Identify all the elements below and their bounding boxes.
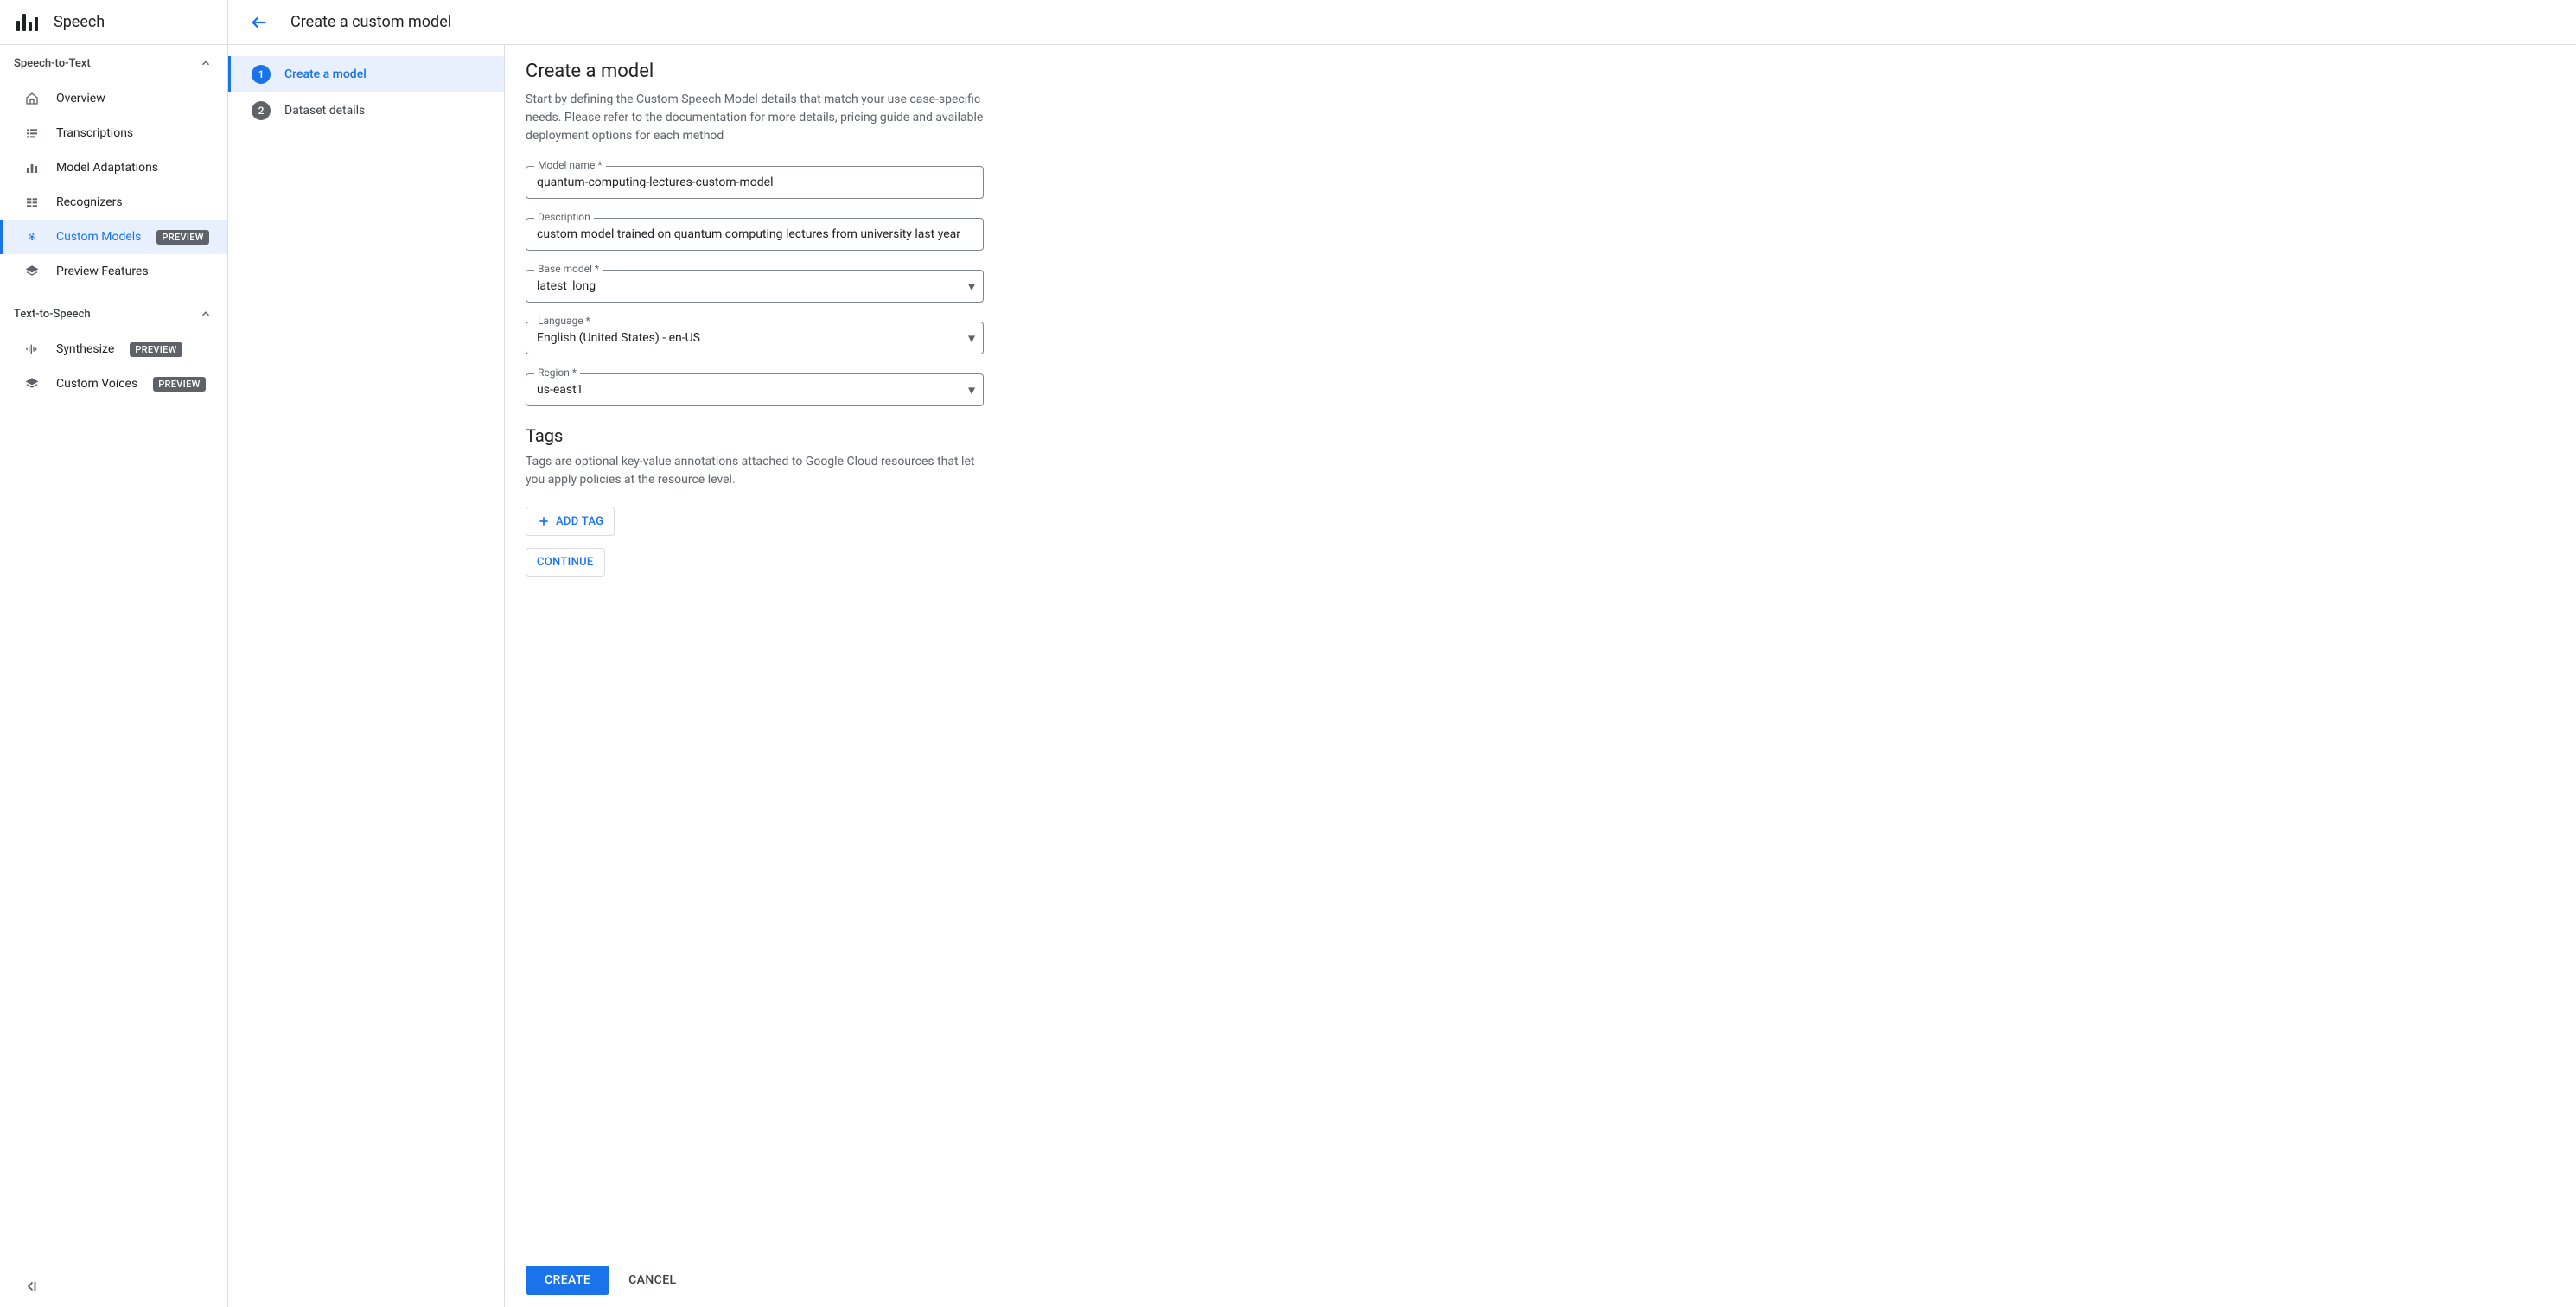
plus-icon (537, 514, 551, 528)
target-crosshair-icon (23, 228, 41, 245)
form-heading: Create a model (526, 61, 2555, 82)
field-base-model: Base model * latest_long ▾ (526, 270, 984, 303)
step-number: 2 (252, 101, 271, 120)
create-button[interactable]: CREATE (526, 1266, 609, 1295)
sidebar-item-label: Transcriptions (56, 126, 133, 140)
sidebar-item-custom-voices[interactable]: Custom Voices PREVIEW (0, 367, 227, 401)
nav-section-label: Speech-to-Text (14, 57, 91, 70)
add-tag-label: ADD TAG (556, 515, 603, 528)
nav-section-text-to-speech[interactable]: Text-to-Speech (0, 296, 227, 330)
continue-label: CONTINUE (537, 556, 594, 569)
layers-icon (23, 375, 41, 392)
sidebar-item-label: Preview Features (56, 265, 149, 278)
sidebar-item-overview[interactable]: Overview (0, 81, 227, 116)
nav-section-speech-to-text[interactable]: Speech-to-Text (0, 45, 227, 80)
step-number: 1 (252, 65, 271, 84)
bars-chart-icon (23, 159, 41, 176)
step-label: Dataset details (284, 104, 365, 118)
back-arrow-icon[interactable] (249, 12, 270, 33)
description-input[interactable] (526, 218, 984, 251)
sidebar-item-preview-features[interactable]: Preview Features (0, 254, 227, 289)
add-tag-button[interactable]: ADD TAG (526, 507, 615, 536)
form-intro-text: Start by defining the Custom Speech Mode… (526, 91, 992, 145)
chevron-up-icon (198, 55, 214, 71)
nav-section-label: Text-to-Speech (14, 308, 91, 321)
sidebar-item-recognizers[interactable]: Recognizers (0, 185, 227, 220)
language-select[interactable]: English (United States) - en-US (526, 322, 984, 354)
sidebar-item-label: Custom Voices (56, 377, 137, 391)
field-region: Region * us-east1 ▾ (526, 373, 984, 406)
list-indent-icon (23, 124, 41, 142)
preview-badge: PREVIEW (153, 377, 205, 392)
nav-list-speech-to-text: Overview Transcriptions Model Adaptation… (0, 80, 227, 296)
field-label: Description (534, 211, 594, 223)
sidebar-item-label: Model Adaptations (56, 161, 158, 175)
chevron-up-icon (198, 306, 214, 322)
tags-heading: Tags (526, 425, 2555, 446)
field-model-name: Model name * (526, 166, 984, 199)
page-title: Create a custom model (290, 13, 451, 31)
cancel-button[interactable]: CANCEL (625, 1266, 679, 1294)
stepper: 1 Create a model 2 Dataset details (228, 45, 505, 1307)
field-language: Language * English (United States) - en-… (526, 322, 984, 354)
speech-product-icon (14, 14, 40, 31)
sidebar-item-model-adaptations[interactable]: Model Adaptations (0, 150, 227, 185)
sidebar-item-custom-models[interactable]: Custom Models PREVIEW (0, 220, 227, 254)
sidebar-item-label: Synthesize (56, 342, 114, 356)
region-select[interactable]: us-east1 (526, 373, 984, 406)
field-label: Base model * (534, 263, 603, 275)
preview-badge: PREVIEW (130, 342, 182, 357)
field-label: Model name * (534, 159, 606, 171)
tags-text: Tags are optional key-value annotations … (526, 453, 992, 489)
preview-badge: PREVIEW (156, 230, 208, 245)
footer-actions: CREATE CANCEL (505, 1253, 2576, 1307)
sidebar-item-transcriptions[interactable]: Transcriptions (0, 116, 227, 150)
field-description: Description (526, 218, 984, 251)
sidebar-item-label: Overview (56, 92, 105, 105)
page-header: Create a custom model (228, 0, 2576, 45)
home-icon (23, 90, 41, 107)
form-scroll[interactable]: Create a model Start by defining the Cus… (505, 45, 2576, 1253)
sidebar-item-label: Recognizers (56, 195, 123, 209)
stepper-step-dataset-details[interactable]: 2 Dataset details (228, 92, 504, 129)
collapse-sidebar-button[interactable] (21, 1276, 41, 1297)
nav-list-text-to-speech: Synthesize PREVIEW Custom Voices PREVIEW (0, 330, 227, 408)
layers-icon (23, 263, 41, 280)
columns-icon (23, 194, 41, 211)
field-label: Region * (534, 367, 580, 379)
stepper-step-create-model[interactable]: 1 Create a model (228, 56, 504, 92)
sidebar-header: Speech (0, 0, 227, 45)
step-label: Create a model (284, 67, 367, 81)
continue-button[interactable]: CONTINUE (526, 548, 605, 577)
sidebar-item-label: Custom Models (56, 230, 141, 244)
product-title: Speech (54, 13, 105, 31)
sidebar-item-synthesize[interactable]: Synthesize PREVIEW (0, 332, 227, 367)
field-label: Language * (534, 315, 594, 327)
waveform-icon (23, 341, 41, 358)
sidebar: Speech Speech-to-Text Overview Transcrip… (0, 0, 228, 1307)
